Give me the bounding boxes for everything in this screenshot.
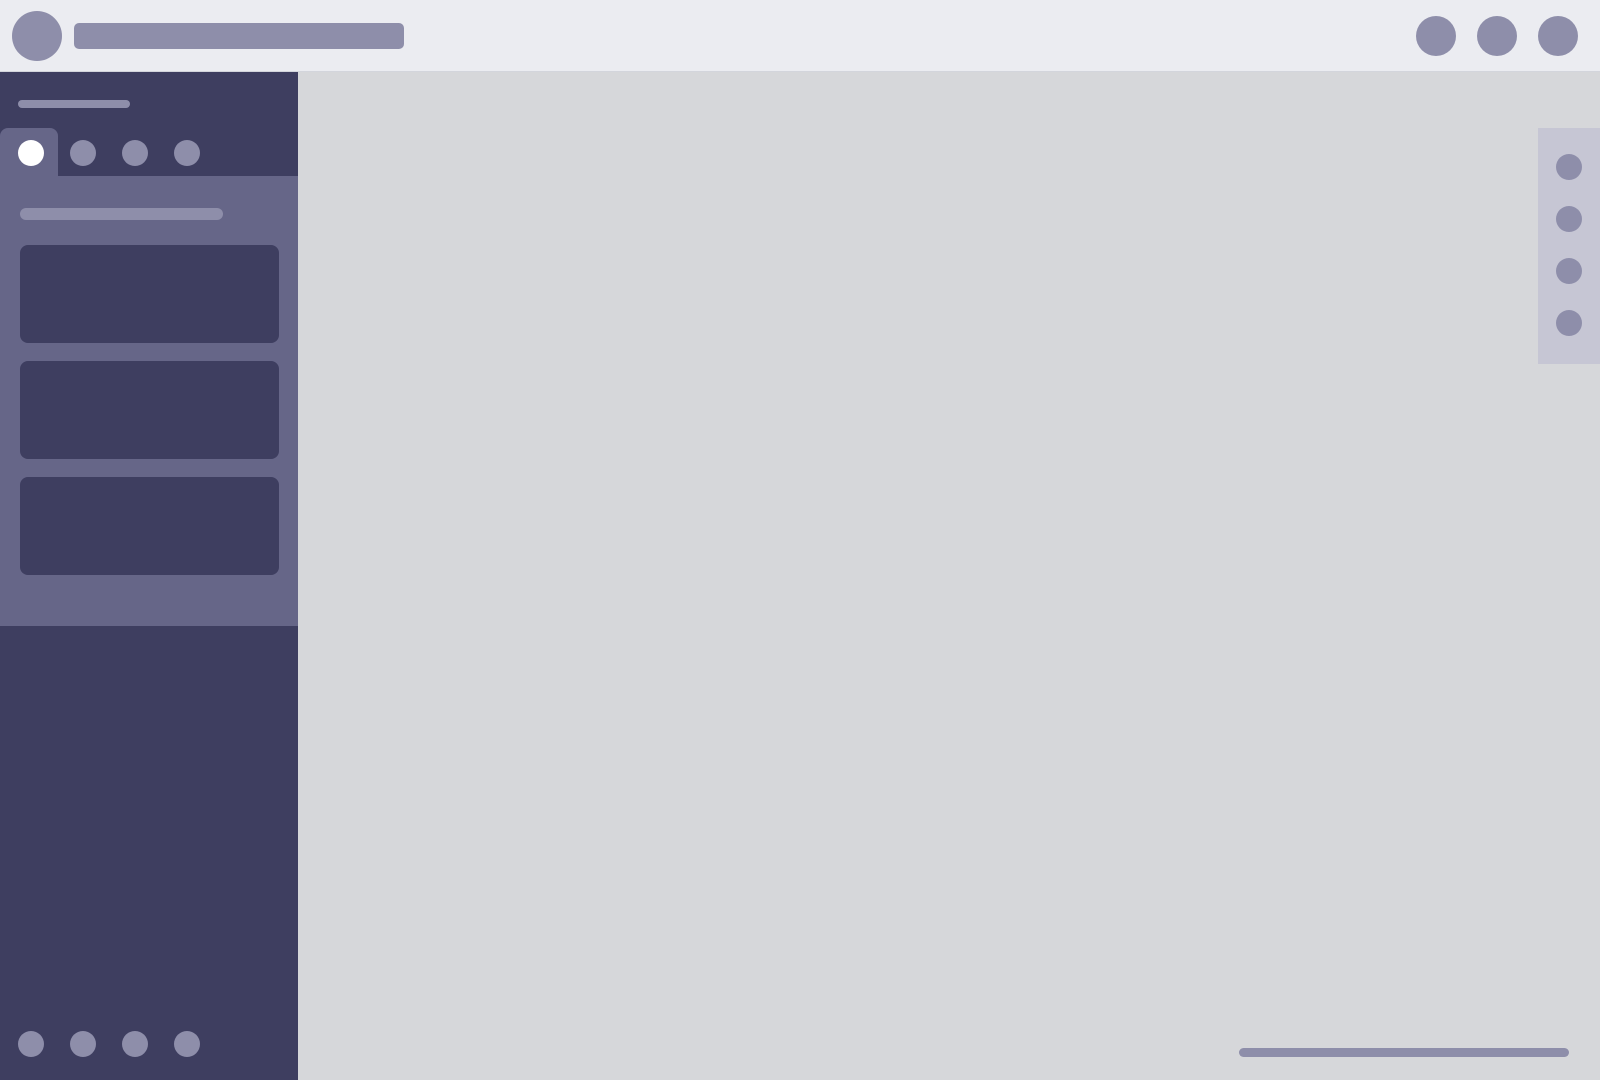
top-bar	[0, 0, 1600, 72]
panel-heading-placeholder	[20, 208, 223, 220]
top-action-button-2[interactable]	[1477, 16, 1517, 56]
sidebar-bottom-toolbar	[0, 1030, 298, 1058]
avatar[interactable]	[12, 11, 62, 61]
bottom-tool-4-icon[interactable]	[174, 1031, 200, 1057]
bottom-tool-3-icon[interactable]	[122, 1031, 148, 1057]
tab-2-icon[interactable]	[70, 140, 96, 166]
top-action-button-1[interactable]	[1416, 16, 1456, 56]
right-toolbar	[1538, 128, 1600, 364]
list-item-card[interactable]	[20, 245, 279, 343]
right-tool-2-icon[interactable]	[1556, 206, 1582, 232]
sidebar-title-placeholder	[18, 100, 130, 108]
horizontal-scrollbar[interactable]	[1239, 1048, 1569, 1057]
bottom-tool-1-icon[interactable]	[18, 1031, 44, 1057]
tab-4-icon[interactable]	[174, 140, 200, 166]
sidebar-panel	[0, 176, 298, 626]
list-item-card[interactable]	[20, 477, 279, 575]
right-tool-4-icon[interactable]	[1556, 310, 1582, 336]
sidebar	[0, 72, 298, 1080]
right-tool-1-icon[interactable]	[1556, 154, 1582, 180]
search-input[interactable]	[74, 23, 404, 49]
bottom-tool-2-icon[interactable]	[70, 1031, 96, 1057]
top-action-button-3[interactable]	[1538, 16, 1578, 56]
list-item-card[interactable]	[20, 361, 279, 459]
main-canvas[interactable]	[298, 72, 1600, 1080]
right-tool-3-icon[interactable]	[1556, 258, 1582, 284]
app-window	[0, 0, 1600, 1080]
sidebar-tab-strip	[0, 128, 298, 176]
tab-1-icon[interactable]	[18, 140, 44, 166]
tab-3-icon[interactable]	[122, 140, 148, 166]
